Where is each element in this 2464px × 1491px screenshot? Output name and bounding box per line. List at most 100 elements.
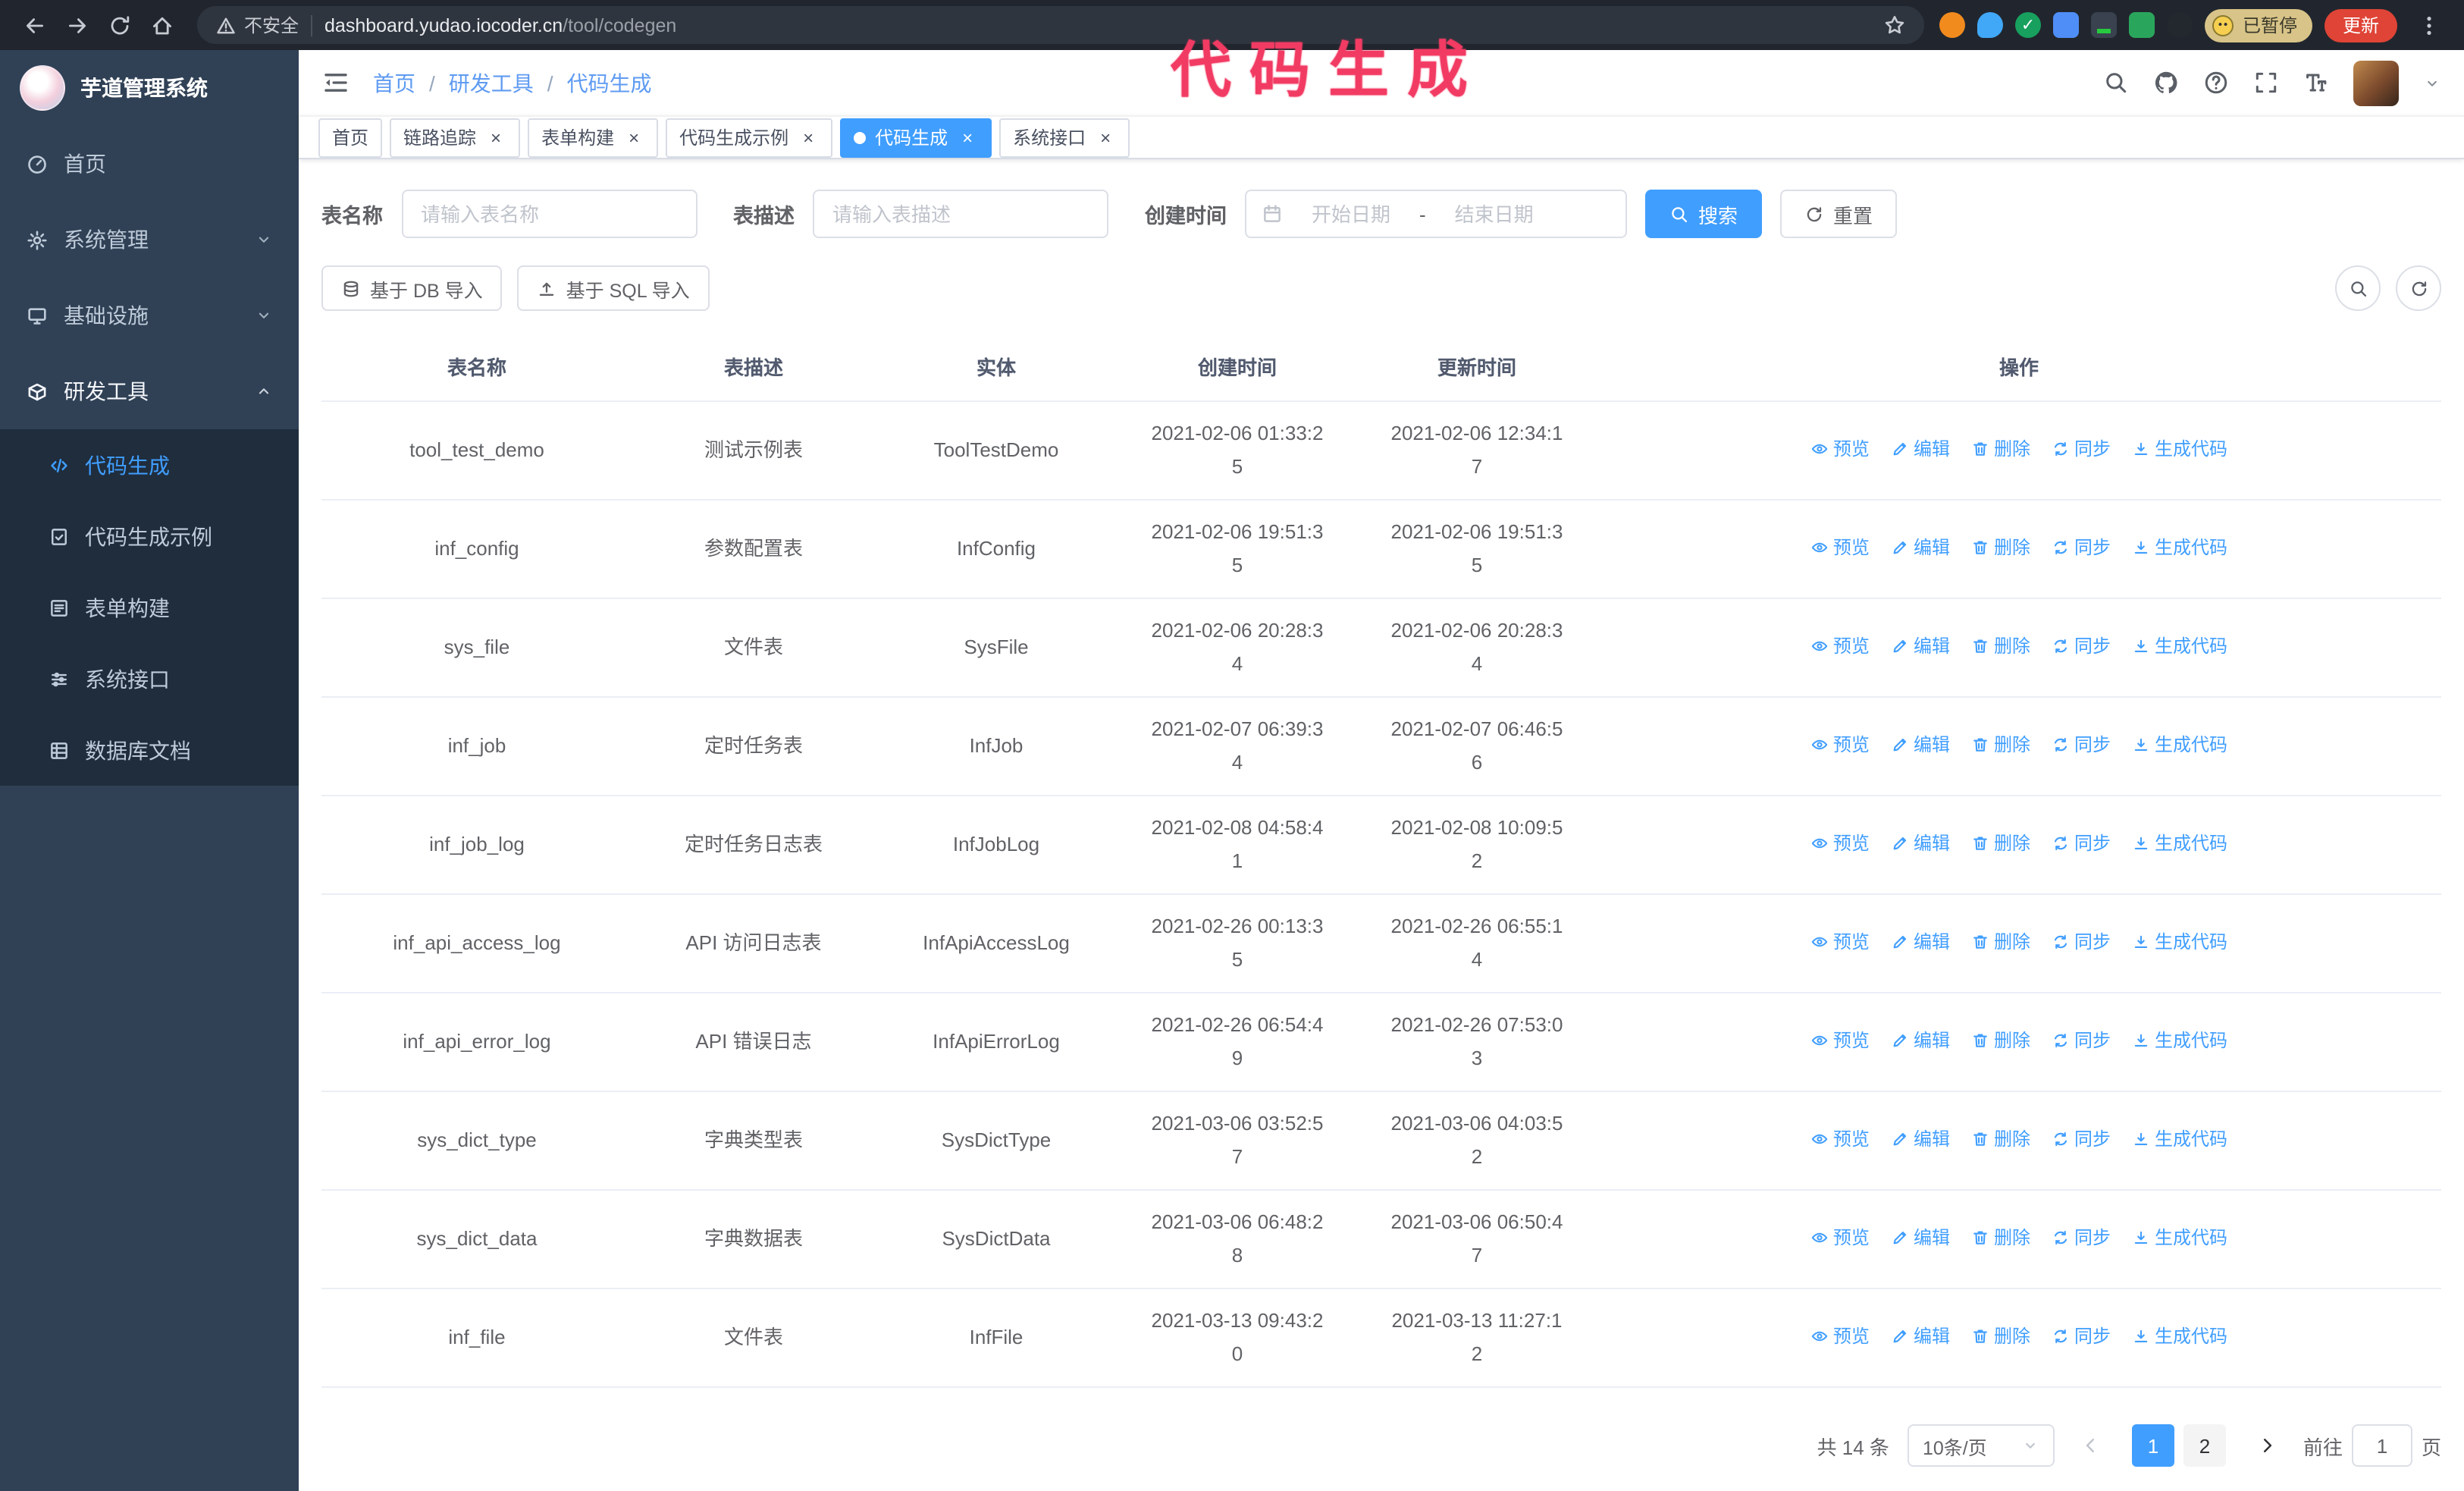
generate-code-action[interactable]: 生成代码: [2132, 827, 2227, 860]
extension-icon-3[interactable]: [2014, 12, 2041, 38]
delete-action[interactable]: 删除: [1971, 1122, 2030, 1156]
sync-action[interactable]: 同步: [2052, 432, 2111, 466]
breadcrumb-item[interactable]: 研发工具: [449, 67, 534, 98]
security-chip[interactable]: 不安全: [215, 12, 299, 38]
header-search-icon[interactable]: [2103, 70, 2129, 96]
delete-action[interactable]: 删除: [1971, 1221, 2030, 1254]
generate-code-action[interactable]: 生成代码: [2132, 1122, 2227, 1156]
tab[interactable]: 表单构建: [528, 118, 659, 158]
tab[interactable]: 首页: [318, 118, 383, 158]
goto-page-input[interactable]: [2351, 1424, 2412, 1467]
import-db-button[interactable]: 基于 DB 导入: [321, 265, 503, 311]
preview-action[interactable]: 预览: [1810, 827, 1870, 860]
page-size-select[interactable]: 10条/页: [1907, 1424, 2055, 1467]
generate-code-action[interactable]: 生成代码: [2132, 728, 2227, 761]
next-page-button[interactable]: [2249, 1424, 2285, 1467]
generate-code-action[interactable]: 生成代码: [2132, 1024, 2227, 1057]
page-button[interactable]: 1: [2131, 1424, 2174, 1467]
sync-action[interactable]: 同步: [2052, 1221, 2111, 1254]
reset-button[interactable]: 重置: [1780, 190, 1898, 238]
extension-icon-5[interactable]: [2090, 12, 2117, 38]
sync-action[interactable]: 同步: [2052, 1024, 2111, 1057]
preview-action[interactable]: 预览: [1810, 432, 1870, 466]
help-icon[interactable]: [2203, 70, 2229, 96]
generate-code-action[interactable]: 生成代码: [2132, 531, 2227, 564]
sidebar-subitem[interactable]: 数据库文档: [0, 714, 299, 786]
preview-action[interactable]: 预览: [1810, 925, 1870, 959]
sidebar-item[interactable]: 系统管理: [0, 202, 299, 278]
delete-action[interactable]: 删除: [1971, 1320, 2030, 1353]
tab[interactable]: 代码生成示例: [666, 118, 833, 158]
breadcrumb-item[interactable]: 代码生成: [567, 67, 652, 98]
table-desc-input[interactable]: [813, 190, 1108, 238]
tab-close-icon[interactable]: [623, 127, 644, 148]
edit-action[interactable]: 编辑: [1891, 629, 1950, 663]
tab-close-icon[interactable]: [798, 127, 819, 148]
tab-close-icon[interactable]: [1095, 127, 1116, 148]
extension-icon-7[interactable]: [2166, 12, 2193, 38]
sidebar-item[interactable]: 首页: [0, 126, 299, 202]
extension-icon-6[interactable]: [2128, 12, 2155, 38]
end-date-input[interactable]: [1436, 202, 1552, 225]
user-avatar[interactable]: [2353, 60, 2399, 106]
preview-action[interactable]: 预览: [1810, 629, 1870, 663]
extension-icon-4[interactable]: [2052, 12, 2079, 38]
sync-action[interactable]: 同步: [2052, 531, 2111, 564]
forward-button[interactable]: [58, 5, 97, 45]
sidebar-item[interactable]: 研发工具: [0, 353, 299, 429]
edit-action[interactable]: 编辑: [1891, 432, 1950, 466]
sidebar-subitem[interactable]: 代码生成: [0, 429, 299, 501]
generate-code-action[interactable]: 生成代码: [2132, 1221, 2227, 1254]
avatar-caret-icon[interactable]: [2423, 74, 2441, 92]
tab-close-icon[interactable]: [957, 127, 978, 148]
tab[interactable]: 链路追踪: [390, 118, 521, 158]
search-button[interactable]: 搜索: [1645, 190, 1763, 238]
font-size-icon[interactable]: [2303, 70, 2329, 96]
edit-action[interactable]: 编辑: [1891, 1320, 1950, 1353]
delete-action[interactable]: 删除: [1971, 432, 2030, 466]
generate-code-action[interactable]: 生成代码: [2132, 1320, 2227, 1353]
tab-close-icon[interactable]: [485, 127, 506, 148]
sync-action[interactable]: 同步: [2052, 925, 2111, 959]
reload-button[interactable]: [100, 5, 140, 45]
logo-row[interactable]: 芋道管理系统: [0, 50, 299, 126]
sidebar-subitem[interactable]: 系统接口: [0, 643, 299, 714]
generate-code-action[interactable]: 生成代码: [2132, 432, 2227, 466]
address-bar[interactable]: 不安全 dashboard.yudao.iocoder.cn/tool/code…: [197, 6, 1924, 44]
edit-action[interactable]: 编辑: [1891, 531, 1950, 564]
table-name-input[interactable]: [401, 190, 697, 238]
back-button[interactable]: [15, 5, 55, 45]
preview-action[interactable]: 预览: [1810, 1122, 1870, 1156]
tab[interactable]: 代码生成: [840, 118, 992, 158]
sync-action[interactable]: 同步: [2052, 827, 2111, 860]
date-range-picker[interactable]: -: [1245, 190, 1627, 238]
edit-action[interactable]: 编辑: [1891, 925, 1950, 959]
toggle-search-button[interactable]: [2335, 265, 2381, 311]
preview-action[interactable]: 预览: [1810, 1221, 1870, 1254]
delete-action[interactable]: 删除: [1971, 531, 2030, 564]
browser-menu-kebab-icon[interactable]: [2409, 5, 2449, 45]
delete-action[interactable]: 删除: [1971, 925, 2030, 959]
delete-action[interactable]: 删除: [1971, 728, 2030, 761]
home-button[interactable]: [143, 5, 182, 45]
edit-action[interactable]: 编辑: [1891, 827, 1950, 860]
prev-page-button[interactable]: [2073, 1424, 2109, 1467]
breadcrumb-item[interactable]: 首页: [373, 67, 415, 98]
sync-action[interactable]: 同步: [2052, 1122, 2111, 1156]
edit-action[interactable]: 编辑: [1891, 728, 1950, 761]
preview-action[interactable]: 预览: [1810, 1024, 1870, 1057]
extension-icon-1[interactable]: [1939, 12, 1965, 38]
sidebar-subitem[interactable]: 代码生成示例: [0, 501, 299, 572]
paused-badge[interactable]: 已暂停: [2204, 8, 2312, 42]
start-date-input[interactable]: [1293, 202, 1409, 225]
delete-action[interactable]: 删除: [1971, 827, 2030, 860]
edit-action[interactable]: 编辑: [1891, 1024, 1950, 1057]
delete-action[interactable]: 删除: [1971, 629, 2030, 663]
page-button[interactable]: 2: [2183, 1424, 2226, 1467]
edit-action[interactable]: 编辑: [1891, 1122, 1950, 1156]
refresh-table-button[interactable]: [2396, 265, 2441, 311]
fullscreen-icon[interactable]: [2253, 70, 2279, 96]
bookmark-star-icon[interactable]: [1883, 14, 1906, 36]
sidebar-item[interactable]: 基础设施: [0, 278, 299, 353]
sidebar-toggle-icon[interactable]: [321, 68, 350, 97]
